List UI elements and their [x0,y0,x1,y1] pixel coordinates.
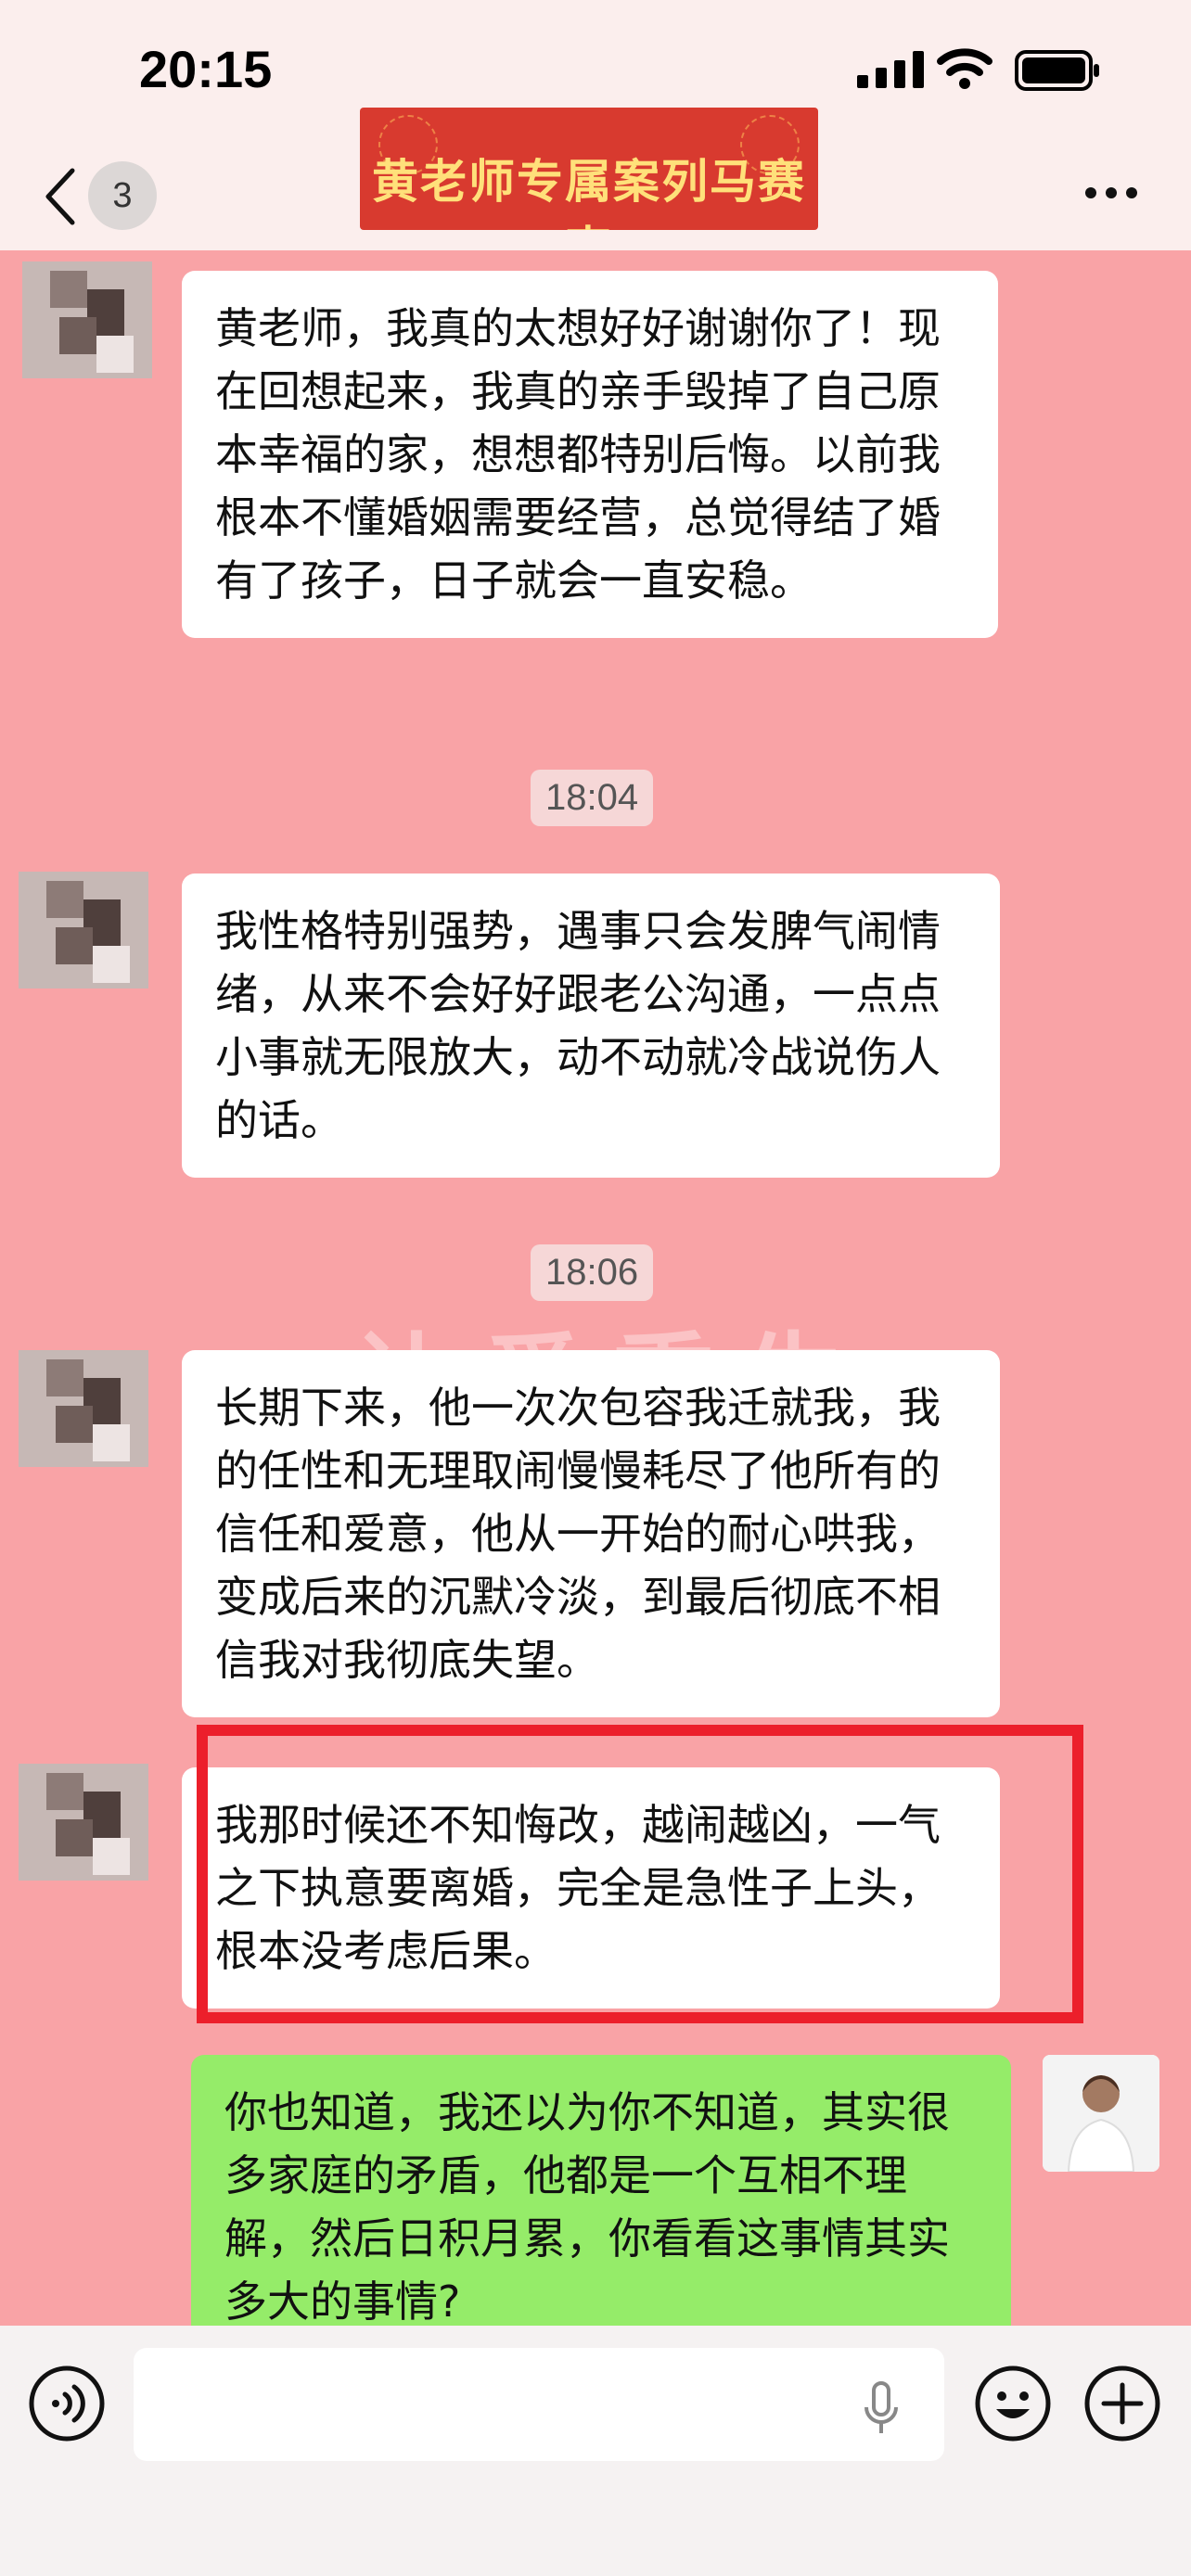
message-input-bar [0,2326,1191,2576]
back-icon[interactable] [41,167,78,226]
add-attachment-icon[interactable] [1083,2365,1161,2442]
microphone-icon[interactable] [863,2381,900,2437]
message-bubble-received[interactable]: 长期下来，他一次次包容我迁就我，我的任性和无理取闹慢慢耗尽了他所有的信任和爱意，… [182,1350,1000,1717]
contact-avatar[interactable] [19,872,148,988]
chat-message-list[interactable]: 黄老师，我真的太想好好谢谢你了！现在回想起来，我真的亲手毁掉了自己原本幸福的家，… [0,250,1191,2326]
user-avatar[interactable] [1043,2055,1159,2172]
message-timestamp: 18:06 [531,1244,654,1301]
message-text-input[interactable] [134,2348,944,2461]
contact-avatar[interactable] [19,1350,148,1467]
message-bubble-sent[interactable]: 你也知道，我还以为你不知道，其实很多家庭的矛盾，他都是一个互相不理解，然后日积月… [191,2055,1011,2326]
voice-message-icon[interactable] [28,2365,106,2442]
chat-title-banner: 黄老师专属案列马赛克 [360,108,818,230]
user-avatar-image [1043,2055,1159,2172]
chat-title: 黄老师专属案列马赛克 [372,155,806,230]
contact-avatar[interactable] [22,261,152,378]
unread-count-badge[interactable]: 3 [88,161,157,230]
message-timestamp: 18:04 [531,770,654,826]
contact-avatar[interactable] [19,1764,148,1881]
cellular-signal-icon [857,51,924,88]
more-options-icon[interactable] [1083,185,1139,200]
chat-header: 3 黄老师专属案列马赛克 [0,108,1191,250]
status-time: 20:15 [139,40,273,98]
highlight-annotation-box [197,1725,1083,2023]
wifi-icon [937,48,992,89]
message-bubble-received[interactable]: 黄老师，我真的太想好好谢谢你了！现在回想起来，我真的亲手毁掉了自己原本幸福的家，… [182,271,998,638]
battery-icon [1015,50,1099,91]
message-bubble-received[interactable]: 我性格特别强势，遇事只会发脾气闹情绪，从来不会好好跟老公沟通，一点点小事就无限放… [182,874,1000,1178]
emoji-icon[interactable] [974,2365,1052,2442]
